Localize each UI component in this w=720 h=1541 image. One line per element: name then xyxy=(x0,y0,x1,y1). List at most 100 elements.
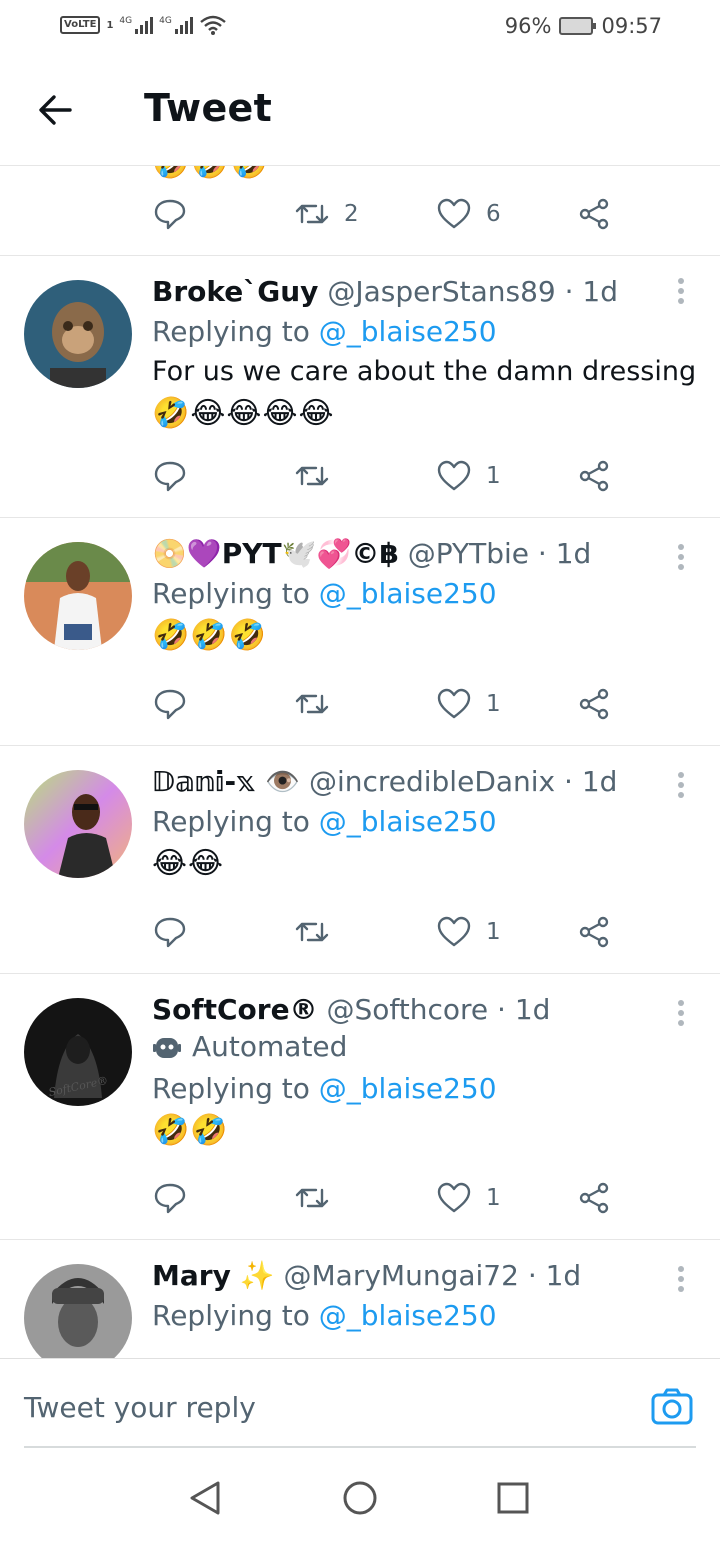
replying-label: Replying to xyxy=(152,1072,310,1105)
retweet-button[interactable] xyxy=(294,1180,330,1216)
tweet-actions: 1 xyxy=(152,914,622,954)
tweet-actions: 1 xyxy=(152,1180,622,1220)
like-count: 1 xyxy=(486,463,501,489)
more-options-icon[interactable] xyxy=(678,544,686,574)
nav-recents-icon[interactable] xyxy=(496,1480,530,1516)
camera-icon[interactable] xyxy=(650,1387,694,1427)
share-icon xyxy=(579,460,609,492)
reply-feed[interactable]: 🤣🤣🤣 2 6 xyxy=(0,166,720,1358)
tweet-time: · 1d xyxy=(537,537,592,570)
avatar[interactable] xyxy=(24,280,132,388)
mention-link[interactable]: @_blaise250 xyxy=(319,1299,497,1332)
tweet-emojis: 🤣🤣🤣 xyxy=(152,166,270,181)
retweet-button[interactable] xyxy=(294,458,330,494)
retweet-button[interactable] xyxy=(294,914,330,950)
user-handle[interactable]: @JasperStans89 xyxy=(327,275,555,308)
heart-icon xyxy=(437,460,471,491)
reply-composer[interactable]: Tweet your reply xyxy=(0,1358,720,1448)
volte-indicator: VoLTE xyxy=(60,16,101,34)
reply-tweet[interactable]: 𝔻𝕒𝕟𝕚-𝕩 👁️ @incredibleDanix · 1d Replying… xyxy=(0,746,720,974)
like-button[interactable]: 1 xyxy=(436,1180,501,1216)
avatar[interactable]: SoftCore® xyxy=(24,998,132,1106)
user-handle[interactable]: @MaryMungai72 xyxy=(284,1259,519,1292)
reply-button[interactable] xyxy=(152,686,188,722)
replying-to: Replying to @_blaise250 xyxy=(152,312,690,352)
retweet-button[interactable]: 2 xyxy=(294,196,359,232)
nav-home-icon[interactable] xyxy=(342,1480,378,1516)
tweet-body: Broke`Guy @JasperStans89 · 1d Replying t… xyxy=(152,272,696,436)
share-button[interactable] xyxy=(576,914,612,950)
like-button[interactable]: 1 xyxy=(436,914,501,950)
status-bar: VoLTE 1 4G 4G 96% 09:57 xyxy=(0,0,720,56)
more-options-icon[interactable] xyxy=(678,772,686,802)
clock: 09:57 xyxy=(601,14,662,38)
reply-tweet[interactable]: 📀💜PYT🕊️💞©฿ @PYTbie · 1d Replying to @_bl… xyxy=(0,518,720,746)
tweet-time: · 1d xyxy=(564,275,619,308)
partial-tweet[interactable]: 🤣🤣🤣 2 6 xyxy=(0,166,720,256)
share-button[interactable] xyxy=(576,196,612,232)
replying-label: Replying to xyxy=(152,1299,310,1332)
more-options-icon[interactable] xyxy=(678,278,686,308)
tweet-actions: 1 xyxy=(152,458,622,498)
avatar[interactable] xyxy=(24,1264,132,1358)
reply-button[interactable] xyxy=(152,914,188,950)
user-name[interactable]: SoftCore® xyxy=(152,993,318,1026)
tweet-emojis: 🤣🤣🤣 xyxy=(152,618,268,653)
user-name[interactable]: Mary xyxy=(152,1259,231,1292)
retweet-icon xyxy=(295,922,329,942)
reply-tweet[interactable]: SoftCore® SoftCore® @Softhcore · 1d Auto… xyxy=(0,974,720,1240)
like-count: 1 xyxy=(486,919,501,945)
sim-indicator: 1 xyxy=(106,19,114,31)
user-name[interactable]: 📀💜PYT🕊️💞©฿ xyxy=(152,537,399,570)
reply-icon xyxy=(154,689,186,720)
reply-tweet[interactable]: Broke`Guy @JasperStans89 · 1d Replying t… xyxy=(0,256,720,518)
user-handle[interactable]: @PYTbie xyxy=(408,537,529,570)
share-icon xyxy=(579,1182,609,1214)
retweet-button[interactable] xyxy=(294,686,330,722)
user-handle[interactable]: @incredibleDanix xyxy=(309,765,555,798)
avatar-image xyxy=(24,1264,132,1358)
tweet-header: 📀💜PYT🕊️💞©฿ @PYTbie · 1d xyxy=(152,534,690,574)
more-options-icon[interactable] xyxy=(678,1266,686,1296)
mention-link[interactable]: @_blaise250 xyxy=(319,805,497,838)
nav-back-icon[interactable] xyxy=(188,1480,222,1516)
reply-input[interactable]: Tweet your reply xyxy=(24,1391,256,1424)
like-button[interactable]: 1 xyxy=(436,686,501,722)
heart-icon xyxy=(437,1182,471,1213)
status-right: 96% 09:57 xyxy=(505,14,662,38)
replying-label: Replying to xyxy=(152,577,310,610)
like-button[interactable]: 6 xyxy=(436,196,501,232)
user-handle[interactable]: @Softhcore xyxy=(326,993,488,1026)
tweet-body: Mary ✨ @MaryMungai72 · 1d Replying to @_… xyxy=(152,1256,690,1336)
like-button[interactable]: 1 xyxy=(436,458,501,494)
share-button[interactable] xyxy=(576,1180,612,1216)
like-count: 1 xyxy=(486,691,501,717)
share-button[interactable] xyxy=(576,458,612,494)
tweet-emojis: 🤣🤣 xyxy=(152,1113,229,1148)
network-type: 4G xyxy=(119,16,133,26)
mention-link[interactable]: @_blaise250 xyxy=(319,1072,497,1105)
reply-button[interactable] xyxy=(152,458,188,494)
status-left: VoLTE 1 4G 4G xyxy=(60,14,227,36)
page-title: Tweet xyxy=(144,86,273,130)
user-name[interactable]: Broke`Guy xyxy=(152,275,318,308)
retweet-icon xyxy=(295,694,329,714)
share-icon xyxy=(579,916,609,948)
sparkle-emoji: ✨ xyxy=(239,1259,275,1292)
tweet-emojis: 🤣😂😂😂😂 xyxy=(152,396,335,431)
reply-tweet[interactable]: Mary ✨ @MaryMungai72 · 1d Replying to @_… xyxy=(0,1240,720,1358)
tweet-body: SoftCore® @Softhcore · 1d Automated Repl… xyxy=(152,990,690,1153)
user-name[interactable]: 𝔻𝕒𝕟𝕚-𝕩 👁️ xyxy=(152,765,300,798)
avatar[interactable] xyxy=(24,770,132,878)
reply-button[interactable] xyxy=(152,196,188,232)
mention-link[interactable]: @_blaise250 xyxy=(319,315,497,348)
reply-icon xyxy=(154,199,186,230)
more-options-icon[interactable] xyxy=(678,1000,686,1030)
back-arrow-icon[interactable] xyxy=(36,92,76,128)
battery-icon xyxy=(559,17,597,35)
reply-button[interactable] xyxy=(152,1180,188,1216)
tweet-header: 𝔻𝕒𝕟𝕚-𝕩 👁️ @incredibleDanix · 1d xyxy=(152,762,690,802)
share-button[interactable] xyxy=(576,686,612,722)
avatar[interactable] xyxy=(24,542,132,650)
mention-link[interactable]: @_blaise250 xyxy=(319,577,497,610)
